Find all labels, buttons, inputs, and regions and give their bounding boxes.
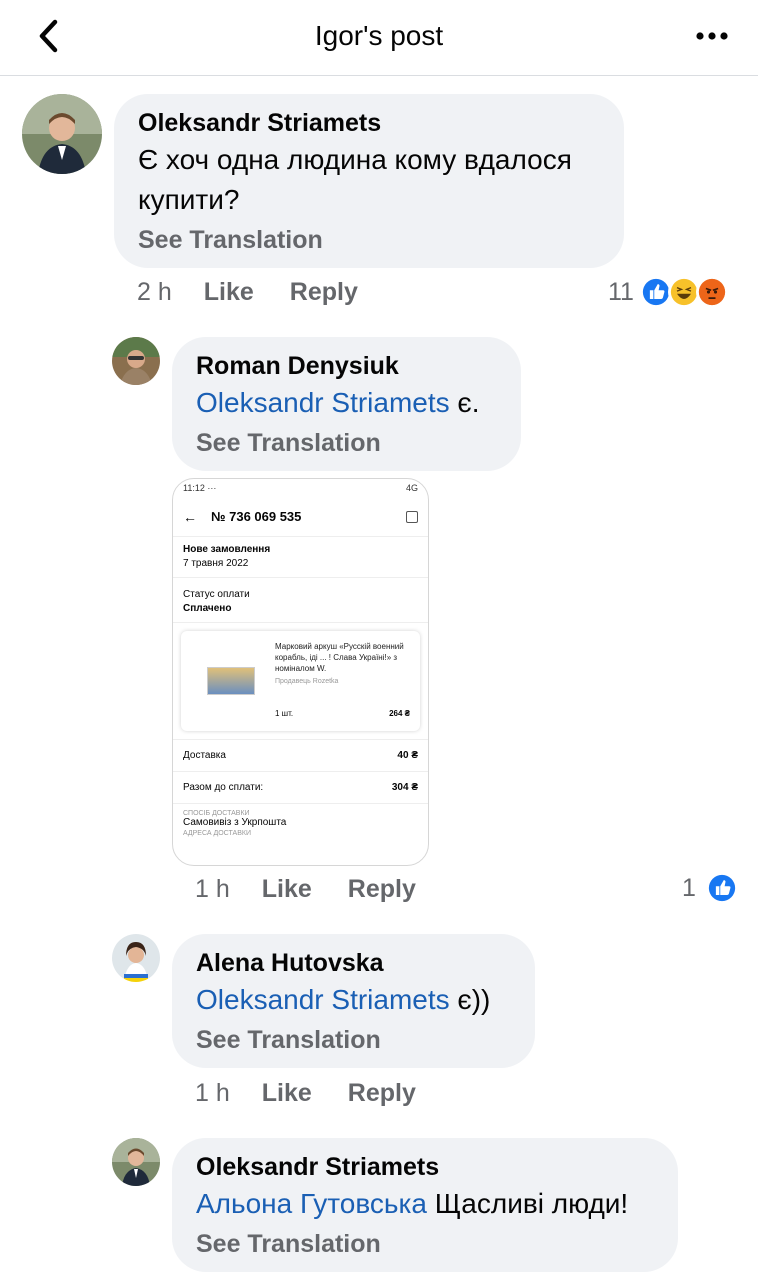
comment-bubble: Alena Hutovska Oleksandr Striamets є)) S… — [172, 934, 535, 1068]
comment-text: Альона Гутовська Щасливі люди! — [196, 1184, 654, 1224]
product-card: Марковий аркуш «Русскій военний корабль,… — [181, 631, 420, 731]
comment-time[interactable]: 1 h — [195, 875, 230, 904]
mention-link[interactable]: Oleksandr Striamets — [196, 984, 450, 1015]
comment-text: Є хоч одна людина кому вдалося купити? — [138, 144, 572, 215]
product-seller: Продавець Rozetka — [275, 678, 339, 685]
ship-address-label: АДРЕСА ДОСТАВКИ — [183, 830, 251, 837]
delivery-row: Доставка 40 ₴ — [173, 739, 428, 772]
product-price: 264 ₴ — [389, 709, 410, 718]
comment-author[interactable]: Oleksandr Striamets — [138, 106, 600, 140]
comment-text-body: є)) — [457, 984, 491, 1015]
payment-value: Сплачено — [183, 603, 232, 614]
comment-actions: 1 h Like Reply — [195, 1079, 452, 1108]
like-button[interactable]: Like — [262, 1079, 312, 1108]
comment-author[interactable]: Alena Hutovska — [196, 946, 511, 980]
reply-button[interactable]: Reply — [290, 278, 358, 307]
reply-button[interactable]: Reply — [348, 1079, 416, 1108]
status-dots: ··· — [207, 483, 217, 493]
avatar[interactable] — [112, 1138, 160, 1186]
product-thumbnail — [207, 667, 255, 695]
ship-method-label: СПОСІБ ДОСТАВКИ — [183, 810, 250, 817]
like-button[interactable]: Like — [262, 875, 312, 904]
comment-bubble: Roman Denysiuk Oleksandr Striamets є. Se… — [172, 337, 521, 471]
avatar[interactable] — [112, 934, 160, 982]
product-qty: 1 шт. — [275, 709, 294, 718]
payment-label: Статус оплати — [183, 589, 250, 600]
attached-image[interactable]: 11:12 ··· 4G ← № 736 069 535 Нове замовл… — [172, 478, 429, 866]
comment-text-body: Щасливі люди! — [434, 1188, 629, 1219]
status-time: 11:12 — [183, 483, 205, 493]
ship-method: Самовивіз з Укрпошта — [183, 817, 287, 828]
comment-text-body: є. — [457, 387, 480, 418]
more-icon — [696, 32, 728, 40]
reactions-summary[interactable]: 11 — [608, 276, 728, 308]
order-header: ← № 736 069 535 — [173, 497, 428, 537]
network-label: 4G — [405, 483, 418, 493]
order-status: Нове замовлення — [183, 544, 271, 555]
comment-actions: 2 h Like Reply — [137, 278, 394, 307]
arrow-left-icon: ← — [183, 508, 197, 525]
reactions-summary[interactable]: 1 — [682, 872, 738, 904]
payment-section: Статус оплати Сплачено — [173, 578, 428, 623]
angry-reaction-icon — [695, 276, 728, 308]
product-description: Марковий аркуш «Русскій военний корабль,… — [275, 642, 404, 673]
avatar[interactable] — [22, 94, 102, 174]
delivery-value: 40 ₴ — [397, 750, 418, 761]
see-translation-link[interactable]: See Translation — [138, 222, 600, 258]
comment-author[interactable]: Roman Denysiuk — [196, 349, 497, 383]
delivery-label: Доставка — [183, 750, 226, 761]
page-title: Igor's post — [314, 20, 444, 51]
copy-icon — [406, 510, 418, 523]
phone-status-bar: 11:12 ··· 4G — [173, 479, 428, 497]
total-value: 304 ₴ — [391, 782, 418, 793]
reaction-count: 11 — [608, 277, 634, 306]
see-translation-link[interactable]: See Translation — [196, 425, 497, 461]
avatar[interactable] — [112, 337, 160, 385]
comment-time[interactable]: 1 h — [195, 1079, 230, 1108]
top-bar: Igor's post — [0, 0, 758, 76]
total-row: Разом до сплати: 304 ₴ — [173, 772, 428, 804]
mention-link[interactable]: Альона Гутовська — [196, 1188, 427, 1219]
like-button[interactable]: Like — [204, 278, 254, 307]
comment-bubble: Oleksandr Striamets Є хоч одна людина ко… — [114, 94, 624, 268]
total-label: Разом до сплати: — [183, 782, 264, 793]
see-translation-link[interactable]: See Translation — [196, 1022, 511, 1058]
order-status-section: Нове замовлення 7 травня 2022 — [173, 537, 428, 578]
reply-button[interactable]: Reply — [348, 875, 416, 904]
reaction-count: 1 — [682, 873, 696, 902]
see-translation-link[interactable]: See Translation — [196, 1226, 654, 1262]
mention-link[interactable]: Oleksandr Striamets — [196, 387, 450, 418]
order-number: № 736 069 535 — [211, 509, 302, 524]
comment-time[interactable]: 2 h — [137, 278, 172, 307]
like-reaction-icon — [705, 872, 738, 904]
more-options-button[interactable] — [690, 22, 734, 50]
comment-text: Oleksandr Striamets є. — [196, 383, 497, 423]
comment-bubble: Oleksandr Striamets Альона Гутовська Щас… — [172, 1138, 678, 1272]
comment-author[interactable]: Oleksandr Striamets — [196, 1150, 654, 1184]
order-date: 7 травня 2022 — [183, 558, 249, 569]
comment-text: Oleksandr Striamets є)) — [196, 980, 511, 1020]
comment-actions: 1 h Like Reply — [195, 875, 452, 904]
